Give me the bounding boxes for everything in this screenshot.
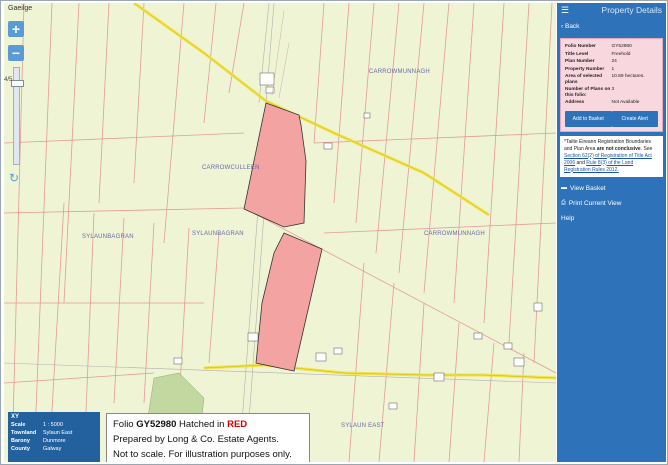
details-value: 10.89 hectares.: [611, 74, 645, 79]
details-key: Property Number: [565, 66, 605, 72]
view-basket-label: View Basket: [570, 184, 606, 192]
zoom-in-button[interactable]: +: [8, 21, 24, 37]
details-row: Plan Number 24: [565, 58, 658, 66]
details-buttons: Add to Basket Create Alert: [565, 110, 658, 127]
townland-label: SYLAUN EAST: [341, 423, 385, 429]
details-table: Folio Number GY52980 Title Level Freehold …: [565, 43, 658, 107]
xy-row: Scale 1 : 5000: [11, 421, 74, 429]
map-canvas[interactable]: Gaeilge + − 4/5 ↻ CARROWMUNNAGH CARROWCU…: [4, 3, 556, 462]
details-row: Property Number 1: [565, 66, 658, 74]
zoom-slider[interactable]: [11, 67, 24, 165]
property-details-box: Folio Number GY52980 Title Level Freehold …: [560, 38, 663, 132]
property-details-panel: ☰ Property Details ‹ Back Folio Number GY…: [557, 3, 666, 462]
details-value: Not Available: [611, 100, 640, 105]
details-key: Number of Plans on this folio:: [565, 87, 611, 98]
caption-line-1: Folio GY52980 Hatched in RED: [113, 417, 303, 432]
details-value: GY52980: [611, 44, 632, 49]
panel-header: ☰ Property Details: [557, 3, 666, 17]
zoom-slider-handle[interactable]: [11, 80, 24, 87]
details-key: Plan Number: [565, 59, 595, 64]
caption-folio: GY52980: [136, 419, 177, 430]
details-value: 3: [611, 87, 615, 92]
help-label: Help: [561, 214, 575, 222]
details-key: Address: [565, 100, 585, 105]
zoom-out-button[interactable]: −: [8, 45, 24, 61]
details-key: Title Level: [565, 51, 589, 57]
zoom-level-label: 4/5: [4, 77, 13, 83]
add-to-basket-button[interactable]: Add to Basket: [565, 110, 612, 127]
xy-row: County Galway: [11, 445, 74, 453]
details-key: Area of selected plans: [565, 74, 603, 85]
details-row: Title Level Freehold: [565, 51, 658, 59]
app-frame: Gaeilge + − 4/5 ↻ CARROWMUNNAGH CARROWCU…: [0, 0, 668, 465]
caption-prefix: Folio: [113, 419, 137, 430]
xy-title: XY: [11, 414, 20, 420]
townland-label: SYLAUNBAGRAN: [82, 234, 134, 240]
print-current-view-button[interactable]: ⎙ Print Current View: [557, 196, 666, 211]
view-basket-button[interactable]: ▬ View Basket: [557, 181, 666, 196]
caption-line-3: Not to scale. For illustration purposes …: [113, 449, 292, 460]
help-button[interactable]: Help: [557, 211, 666, 226]
back-button[interactable]: ‹ Back: [557, 17, 666, 36]
details-value: 24: [611, 59, 617, 64]
townland-label: CARROWMUNNAGH: [369, 69, 430, 75]
language-toggle[interactable]: Gaeilge: [8, 5, 32, 12]
xy-table: Scale 1 : 5000 Townland Sylaun East Barony…: [11, 421, 74, 453]
refresh-icon[interactable]: ↻: [9, 171, 19, 185]
xy-key: Scale: [11, 422, 26, 428]
create-alert-button[interactable]: Create Alert: [611, 110, 658, 127]
townland-label: CARROWCULLEEN: [202, 165, 260, 171]
back-label: Back: [564, 23, 580, 30]
details-row: Number of Plans on this folio: 3: [565, 86, 658, 99]
menu-icon[interactable]: ☰: [561, 3, 569, 17]
xy-key: Barony: [11, 438, 30, 444]
panel-title: Property Details: [601, 5, 662, 15]
caption-color-word: RED: [227, 419, 248, 430]
basket-icon: ▬: [561, 185, 567, 191]
details-row: Folio Number GY52980: [565, 43, 658, 51]
print-view-label: Print Current View: [568, 199, 622, 207]
xy-value: Dunmore: [43, 438, 66, 444]
disclaimer-text: and: [575, 159, 587, 166]
details-key: Folio Number: [565, 44, 596, 49]
details-value: Freehold: [611, 51, 631, 57]
details-row: Area of selected plans 10.89 hectares.: [565, 73, 658, 86]
print-icon: ⎙: [561, 199, 566, 206]
map-caption: Folio GY52980 Hatched in RED Prepared by…: [106, 413, 310, 462]
caption-middle: Hatched in: [176, 419, 228, 430]
xy-row: Townland Sylaun East: [11, 429, 74, 437]
xy-value: Galway: [43, 446, 62, 452]
townland-label: CARROWMUNNAGH: [424, 231, 485, 237]
disclaimer-box: *Tailte Éireann Registration Boundaries …: [560, 135, 663, 177]
xy-row: Barony Dunmore: [11, 437, 74, 445]
xy-key: County: [11, 446, 30, 452]
xy-value: Sylaun East: [43, 430, 73, 436]
caption-line-2: Prepared by Long & Co. Estate Agents.: [113, 434, 279, 445]
disclaimer-bold: are not conclusive: [596, 145, 641, 152]
townland-label: SYLAUNBAGRAN: [192, 231, 244, 237]
xy-key: Townland: [11, 430, 37, 436]
details-value: 1: [611, 66, 615, 72]
xy-info-panel: XY Scale 1 : 5000 Townland Sylaun East Bar…: [8, 412, 100, 462]
xy-value: 1 : 5000: [43, 422, 63, 428]
details-row: Address Not Available: [565, 99, 658, 107]
disclaimer-text: . See: [640, 145, 653, 152]
